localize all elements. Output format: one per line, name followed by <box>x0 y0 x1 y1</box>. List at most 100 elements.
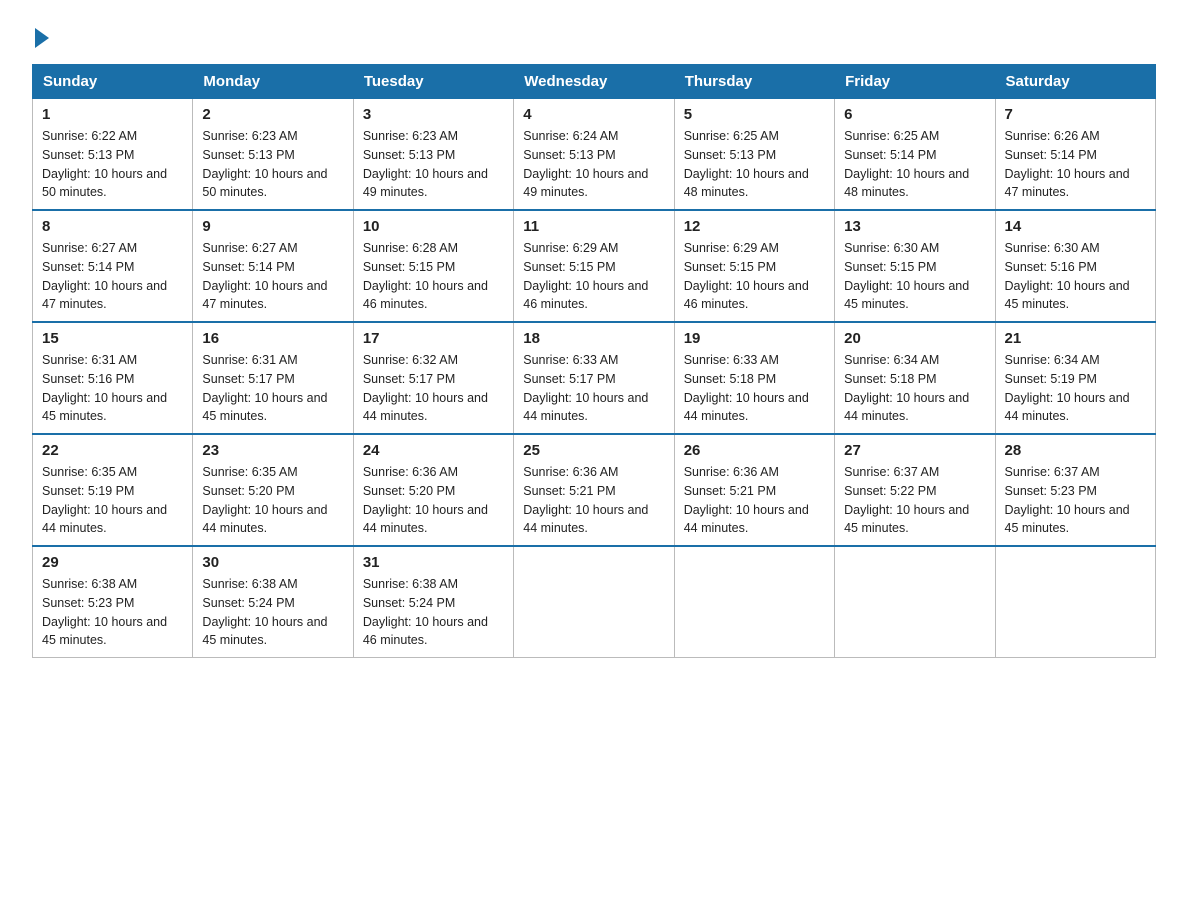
daylight-label: Daylight: 10 hours and 44 minutes. <box>844 391 969 424</box>
day-info: Sunrise: 6:25 AM Sunset: 5:14 PM Dayligh… <box>844 127 985 202</box>
sunrise-label: Sunrise: 6:36 AM <box>684 465 779 479</box>
day-of-week-header: Tuesday <box>353 65 513 99</box>
day-number: 2 <box>202 106 343 123</box>
sunrise-label: Sunrise: 6:24 AM <box>523 129 618 143</box>
calendar-table: SundayMondayTuesdayWednesdayThursdayFrid… <box>32 64 1156 658</box>
calendar-day-cell: 11 Sunrise: 6:29 AM Sunset: 5:15 PM Dayl… <box>514 210 674 322</box>
daylight-label: Daylight: 10 hours and 49 minutes. <box>363 167 488 200</box>
day-info: Sunrise: 6:31 AM Sunset: 5:16 PM Dayligh… <box>42 351 183 426</box>
day-info: Sunrise: 6:36 AM Sunset: 5:21 PM Dayligh… <box>684 463 825 538</box>
calendar-day-cell: 21 Sunrise: 6:34 AM Sunset: 5:19 PM Dayl… <box>995 322 1155 434</box>
sunrise-label: Sunrise: 6:37 AM <box>844 465 939 479</box>
day-info: Sunrise: 6:26 AM Sunset: 5:14 PM Dayligh… <box>1005 127 1146 202</box>
day-number: 5 <box>684 106 825 123</box>
daylight-label: Daylight: 10 hours and 47 minutes. <box>202 279 327 312</box>
day-number: 24 <box>363 442 504 459</box>
day-info: Sunrise: 6:30 AM Sunset: 5:16 PM Dayligh… <box>1005 239 1146 314</box>
calendar-day-cell: 16 Sunrise: 6:31 AM Sunset: 5:17 PM Dayl… <box>193 322 353 434</box>
calendar-day-cell: 5 Sunrise: 6:25 AM Sunset: 5:13 PM Dayli… <box>674 99 834 211</box>
calendar-day-cell: 3 Sunrise: 6:23 AM Sunset: 5:13 PM Dayli… <box>353 99 513 211</box>
day-number: 21 <box>1005 330 1146 347</box>
sunset-label: Sunset: 5:13 PM <box>202 148 294 162</box>
day-number: 28 <box>1005 442 1146 459</box>
calendar-header-row: SundayMondayTuesdayWednesdayThursdayFrid… <box>33 65 1156 99</box>
sunrise-label: Sunrise: 6:27 AM <box>202 241 297 255</box>
day-info: Sunrise: 6:38 AM Sunset: 5:23 PM Dayligh… <box>42 575 183 650</box>
day-info: Sunrise: 6:23 AM Sunset: 5:13 PM Dayligh… <box>363 127 504 202</box>
sunrise-label: Sunrise: 6:23 AM <box>202 129 297 143</box>
day-info: Sunrise: 6:33 AM Sunset: 5:18 PM Dayligh… <box>684 351 825 426</box>
sunrise-label: Sunrise: 6:35 AM <box>202 465 297 479</box>
sunrise-label: Sunrise: 6:25 AM <box>844 129 939 143</box>
day-number: 14 <box>1005 218 1146 235</box>
daylight-label: Daylight: 10 hours and 48 minutes. <box>844 167 969 200</box>
daylight-label: Daylight: 10 hours and 45 minutes. <box>42 391 167 424</box>
calendar-day-cell <box>514 546 674 658</box>
sunset-label: Sunset: 5:19 PM <box>42 484 134 498</box>
daylight-label: Daylight: 10 hours and 44 minutes. <box>42 503 167 536</box>
day-of-week-header: Friday <box>835 65 995 99</box>
daylight-label: Daylight: 10 hours and 49 minutes. <box>523 167 648 200</box>
daylight-label: Daylight: 10 hours and 44 minutes. <box>363 503 488 536</box>
sunset-label: Sunset: 5:13 PM <box>42 148 134 162</box>
daylight-label: Daylight: 10 hours and 44 minutes. <box>202 503 327 536</box>
sunrise-label: Sunrise: 6:32 AM <box>363 353 458 367</box>
daylight-label: Daylight: 10 hours and 46 minutes. <box>523 279 648 312</box>
sunrise-label: Sunrise: 6:34 AM <box>1005 353 1100 367</box>
sunset-label: Sunset: 5:22 PM <box>844 484 936 498</box>
calendar-week-row: 15 Sunrise: 6:31 AM Sunset: 5:16 PM Dayl… <box>33 322 1156 434</box>
day-of-week-header: Monday <box>193 65 353 99</box>
day-number: 19 <box>684 330 825 347</box>
sunset-label: Sunset: 5:14 PM <box>202 260 294 274</box>
sunset-label: Sunset: 5:18 PM <box>684 372 776 386</box>
calendar-day-cell: 29 Sunrise: 6:38 AM Sunset: 5:23 PM Dayl… <box>33 546 193 658</box>
calendar-day-cell <box>674 546 834 658</box>
day-info: Sunrise: 6:29 AM Sunset: 5:15 PM Dayligh… <box>523 239 664 314</box>
day-number: 23 <box>202 442 343 459</box>
daylight-label: Daylight: 10 hours and 45 minutes. <box>202 391 327 424</box>
sunrise-label: Sunrise: 6:27 AM <box>42 241 137 255</box>
calendar-day-cell <box>835 546 995 658</box>
day-number: 22 <box>42 442 183 459</box>
day-number: 20 <box>844 330 985 347</box>
sunset-label: Sunset: 5:16 PM <box>42 372 134 386</box>
sunset-label: Sunset: 5:18 PM <box>844 372 936 386</box>
sunrise-label: Sunrise: 6:29 AM <box>684 241 779 255</box>
sunset-label: Sunset: 5:15 PM <box>684 260 776 274</box>
sunrise-label: Sunrise: 6:31 AM <box>202 353 297 367</box>
sunset-label: Sunset: 5:21 PM <box>523 484 615 498</box>
calendar-day-cell: 8 Sunrise: 6:27 AM Sunset: 5:14 PM Dayli… <box>33 210 193 322</box>
day-number: 4 <box>523 106 664 123</box>
day-info: Sunrise: 6:31 AM Sunset: 5:17 PM Dayligh… <box>202 351 343 426</box>
day-info: Sunrise: 6:28 AM Sunset: 5:15 PM Dayligh… <box>363 239 504 314</box>
calendar-day-cell: 19 Sunrise: 6:33 AM Sunset: 5:18 PM Dayl… <box>674 322 834 434</box>
daylight-label: Daylight: 10 hours and 48 minutes. <box>684 167 809 200</box>
sunset-label: Sunset: 5:24 PM <box>363 596 455 610</box>
day-number: 10 <box>363 218 504 235</box>
sunset-label: Sunset: 5:23 PM <box>42 596 134 610</box>
sunrise-label: Sunrise: 6:38 AM <box>363 577 458 591</box>
day-number: 18 <box>523 330 664 347</box>
day-number: 12 <box>684 218 825 235</box>
day-info: Sunrise: 6:34 AM Sunset: 5:18 PM Dayligh… <box>844 351 985 426</box>
calendar-day-cell: 22 Sunrise: 6:35 AM Sunset: 5:19 PM Dayl… <box>33 434 193 546</box>
sunrise-label: Sunrise: 6:33 AM <box>684 353 779 367</box>
sunrise-label: Sunrise: 6:30 AM <box>1005 241 1100 255</box>
daylight-label: Daylight: 10 hours and 45 minutes. <box>42 615 167 648</box>
day-info: Sunrise: 6:35 AM Sunset: 5:20 PM Dayligh… <box>202 463 343 538</box>
calendar-day-cell: 27 Sunrise: 6:37 AM Sunset: 5:22 PM Dayl… <box>835 434 995 546</box>
daylight-label: Daylight: 10 hours and 45 minutes. <box>202 615 327 648</box>
day-info: Sunrise: 6:27 AM Sunset: 5:14 PM Dayligh… <box>202 239 343 314</box>
sunset-label: Sunset: 5:17 PM <box>363 372 455 386</box>
calendar-day-cell: 13 Sunrise: 6:30 AM Sunset: 5:15 PM Dayl… <box>835 210 995 322</box>
day-info: Sunrise: 6:27 AM Sunset: 5:14 PM Dayligh… <box>42 239 183 314</box>
page-header <box>32 24 1156 44</box>
sunset-label: Sunset: 5:23 PM <box>1005 484 1097 498</box>
calendar-day-cell: 28 Sunrise: 6:37 AM Sunset: 5:23 PM Dayl… <box>995 434 1155 546</box>
calendar-day-cell <box>995 546 1155 658</box>
sunset-label: Sunset: 5:14 PM <box>42 260 134 274</box>
calendar-week-row: 8 Sunrise: 6:27 AM Sunset: 5:14 PM Dayli… <box>33 210 1156 322</box>
calendar-day-cell: 17 Sunrise: 6:32 AM Sunset: 5:17 PM Dayl… <box>353 322 513 434</box>
calendar-day-cell: 24 Sunrise: 6:36 AM Sunset: 5:20 PM Dayl… <box>353 434 513 546</box>
day-of-week-header: Thursday <box>674 65 834 99</box>
